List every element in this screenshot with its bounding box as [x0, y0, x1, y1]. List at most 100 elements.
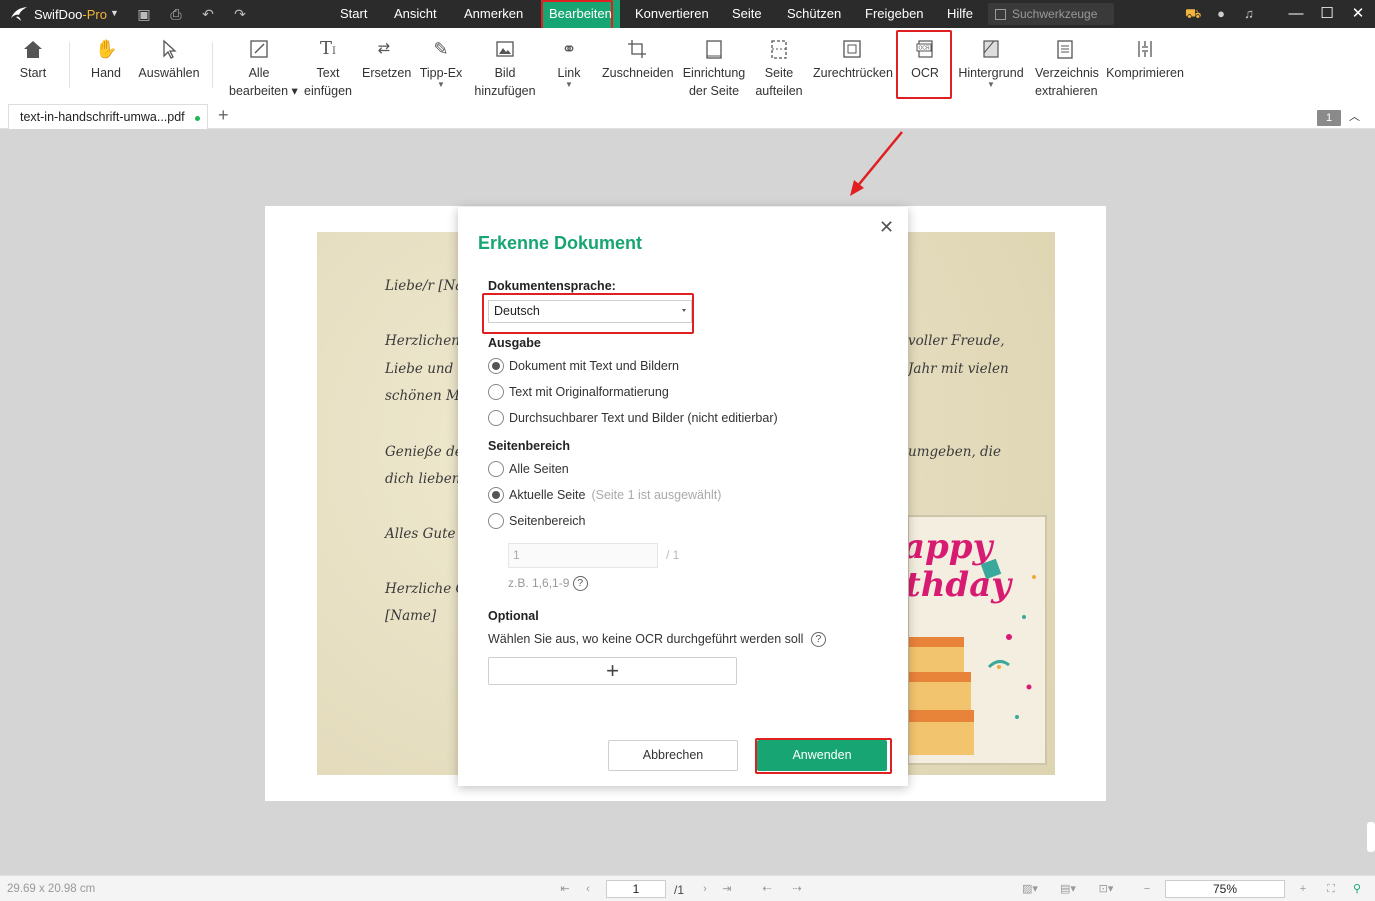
app-menu-caret-icon[interactable]: ▼	[110, 8, 119, 18]
menu-hilfe[interactable]: Hilfe	[939, 0, 981, 28]
page-layout-icon[interactable]: ▤▾	[1055, 882, 1081, 896]
page-range-label: Seitenbereich	[488, 439, 570, 453]
swifdoo-logo-icon	[11, 7, 27, 21]
chevron-down-icon: ▼	[987, 80, 995, 89]
forward-view-icon[interactable]: ⇢	[790, 882, 804, 896]
crop-icon	[628, 40, 646, 58]
document-tab-strip: text-in-handschrift-umwa...pdf + 1 ︿	[0, 102, 1375, 129]
fullscreen-icon[interactable]: ⛶	[1324, 882, 1338, 896]
ribbon-ersetzen-button[interactable]: ⇄ Ersetzen	[362, 28, 411, 102]
add-exclusion-area-button[interactable]: +	[488, 657, 737, 685]
fit-mode-icon[interactable]: ⊡▾	[1093, 882, 1119, 896]
close-window-icon[interactable]: ✕	[1341, 0, 1375, 28]
redo-icon[interactable]: ↷	[231, 5, 249, 23]
next-page-icon[interactable]: ›	[698, 882, 712, 896]
document-tab[interactable]: text-in-handschrift-umwa...pdf	[8, 104, 208, 129]
highlight-apply	[755, 738, 892, 774]
page-total: /1	[674, 883, 685, 897]
plus-icon: +	[606, 658, 619, 683]
menu-start[interactable]: Start	[332, 0, 375, 28]
letter-line: Genieße de	[385, 444, 463, 460]
ribbon-einrichtung-button[interactable]: Einrichtung der Seite	[682, 28, 746, 102]
pin-icon[interactable]: ⚲	[1350, 882, 1364, 896]
collapse-ribbon-icon[interactable]: ︿	[1349, 108, 1360, 124]
ribbon-hand-button[interactable]: ✋ Hand	[86, 28, 126, 102]
radio-icon	[488, 358, 504, 374]
ribbon-separator	[212, 42, 213, 88]
ribbon-separator	[69, 42, 70, 88]
ribbon-seite-aufteilen-button[interactable]: Seite aufteilen	[755, 28, 803, 102]
cart-icon[interactable]: ⛟	[1185, 6, 1201, 22]
range-option-custom[interactable]: Seitenbereich	[488, 513, 585, 531]
vertical-scrollbar[interactable]	[1367, 822, 1375, 852]
page-range-example: z.B. 1,6,1-9 ?	[508, 576, 588, 592]
page-number-input[interactable]: 1	[606, 880, 666, 898]
radio-icon	[488, 513, 504, 529]
ribbon-tippex-button[interactable]: ✎ Tipp-Ex ▼	[419, 28, 463, 102]
previous-page-icon[interactable]: ‹	[581, 882, 595, 896]
menu-seite[interactable]: Seite	[724, 0, 770, 28]
radio-icon	[488, 410, 504, 426]
menu-schuetzen[interactable]: Schützen	[779, 0, 849, 28]
range-option-all-pages[interactable]: Alle Seiten	[488, 461, 569, 479]
output-option-original-format[interactable]: Text mit Originalformatierung	[488, 384, 669, 402]
zoom-in-icon[interactable]: +	[1296, 882, 1310, 896]
ribbon-verzeichnis-button[interactable]: Verzeichnis extrahieren	[1035, 28, 1099, 102]
save-icon[interactable]: ▣	[135, 5, 153, 23]
optional-description: Wählen Sie aus, wo keine OCR durchgeführ…	[488, 632, 826, 648]
output-option-searchable[interactable]: Durchsuchbarer Text und Bilder (nicht ed…	[488, 410, 778, 428]
first-page-icon[interactable]: ⇤	[558, 882, 572, 896]
bell-icon[interactable]: ♫	[1241, 6, 1257, 22]
add-tab-icon[interactable]: +	[218, 105, 229, 126]
search-tools-input[interactable]: Suchwerkzeuge	[988, 3, 1114, 25]
radio-icon	[488, 384, 504, 400]
ribbon-auswaehlen-button[interactable]: Auswählen	[138, 28, 200, 102]
menu-ansicht[interactable]: Ansicht	[386, 0, 445, 28]
split-page-icon	[771, 40, 787, 59]
cake-illustration-icon	[909, 558, 1036, 755]
ribbon-hintergrund-button[interactable]: Hintergrund ▼	[958, 28, 1024, 102]
ribbon-zuschneiden-button[interactable]: Zuschneiden	[602, 28, 674, 102]
letter-line: Liebe/r [Na	[385, 278, 464, 294]
menu-freigeben[interactable]: Freigeben	[857, 0, 932, 28]
help-icon[interactable]: ?	[810, 632, 826, 648]
range-option-current-page[interactable]: Aktuelle Seite (Seite 1 ist ausgewählt)	[488, 487, 721, 505]
link-icon: ⚭	[561, 39, 577, 59]
ribbon-bild-hinzufuegen-button[interactable]: Bild hinzufügen	[474, 28, 536, 102]
image-icon	[496, 41, 514, 57]
app-name: SwifDoo-Pro	[34, 7, 107, 22]
print-icon[interactable]: ⎙	[167, 5, 185, 23]
close-icon[interactable]: ✕	[879, 217, 894, 238]
user-icon[interactable]: ●	[1213, 6, 1229, 22]
tools-grid-icon	[995, 9, 1006, 20]
letter-line: Liebe und	[385, 361, 454, 377]
back-view-icon[interactable]: ⇠	[760, 882, 774, 896]
page-dimensions: 29.69 x 20.98 cm	[7, 883, 96, 895]
page-range-input[interactable]: 1	[508, 543, 658, 568]
ribbon-zurechtruecken-button[interactable]: Zurechtrücken	[813, 28, 893, 102]
highlight-language	[482, 293, 694, 334]
text-insert-icon: TI	[320, 38, 336, 59]
zoom-level-field[interactable]: 75%	[1165, 880, 1285, 898]
letter-line: Herzlichen	[385, 333, 460, 349]
view-mode-icon[interactable]: ▨▾	[1017, 882, 1043, 896]
undo-icon[interactable]: ↶	[199, 5, 217, 23]
ribbon-alle-bearbeiten-button[interactable]: Alle bearbeiten ▾	[229, 28, 298, 102]
maximize-icon[interactable]: ☐	[1310, 0, 1344, 28]
output-option-text-images[interactable]: Dokument mit Text und Bildern	[488, 358, 679, 376]
menu-konvertieren[interactable]: Konvertieren	[627, 0, 717, 28]
ribbon-komprimieren-button[interactable]: Komprimieren	[1106, 28, 1184, 102]
ribbon-link-button[interactable]: ⚭ Link ▼	[554, 28, 584, 102]
help-icon[interactable]: ?	[572, 576, 588, 592]
cancel-button[interactable]: Abbrechen	[608, 740, 738, 771]
optional-label: Optional	[488, 609, 539, 623]
menu-anmerken[interactable]: Anmerken	[456, 0, 531, 28]
replace-icon: ⇄	[377, 40, 391, 57]
ribbon-start-button[interactable]: Start	[14, 28, 52, 102]
letter-line: Herzliche G	[385, 581, 467, 597]
letter-line: schönen Mo	[385, 388, 468, 404]
ribbon-text-einfuegen-button[interactable]: TI Text einfügen	[302, 28, 354, 102]
zoom-out-icon[interactable]: −	[1140, 882, 1154, 896]
minimize-icon[interactable]: —	[1279, 0, 1313, 28]
last-page-icon[interactable]: ⇥	[720, 882, 734, 896]
